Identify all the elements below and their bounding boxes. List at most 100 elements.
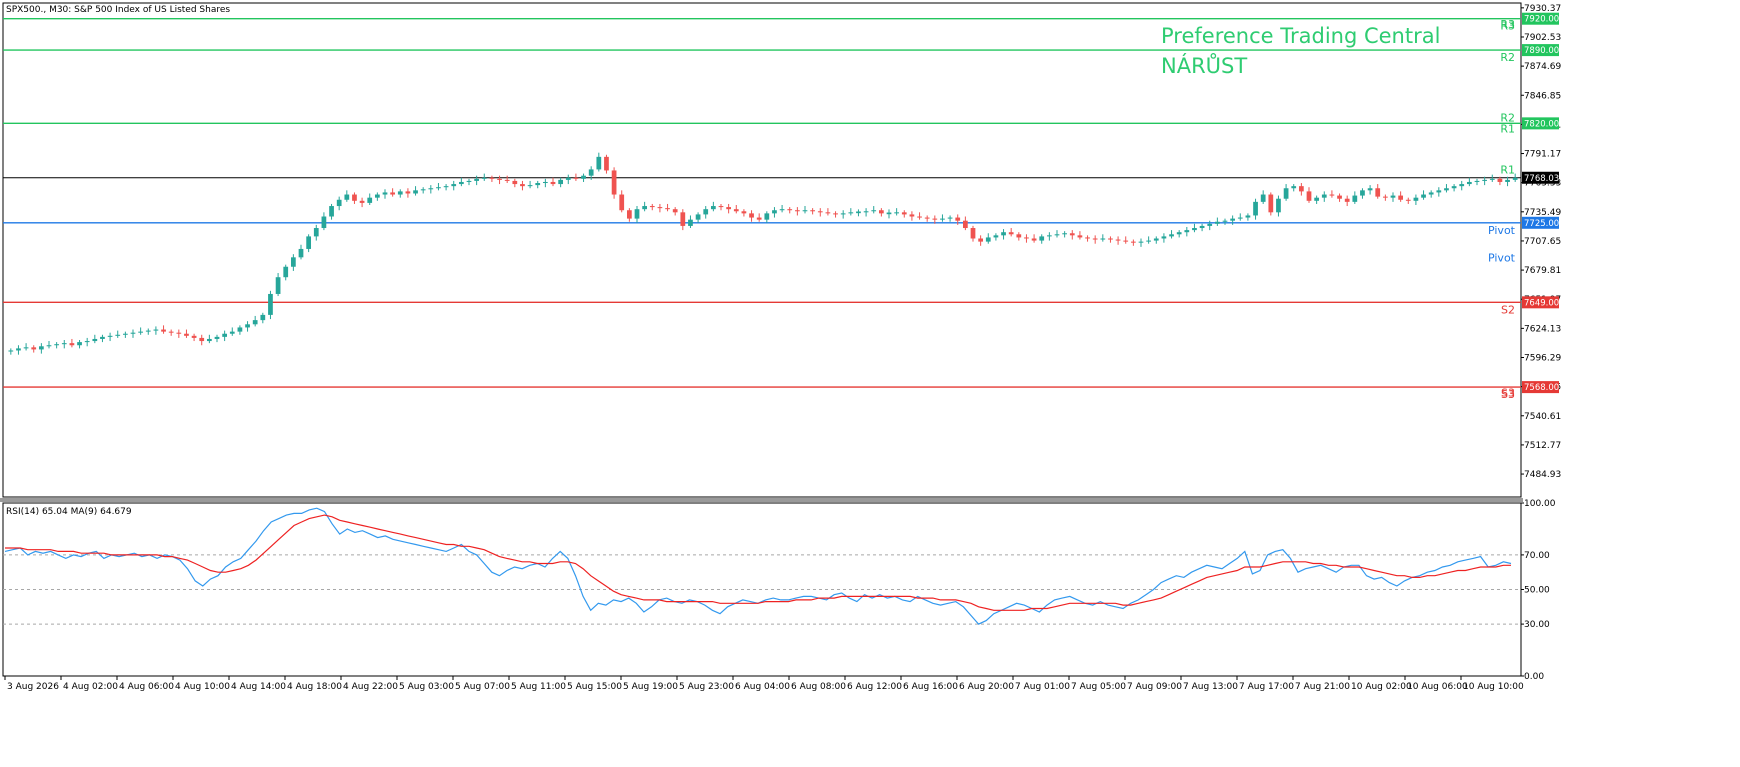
candle-bullish[interactable] bbox=[466, 180, 472, 182]
candle-bearish[interactable] bbox=[665, 208, 670, 210]
candle-bullish[interactable] bbox=[382, 192, 388, 195]
candle-bullish[interactable] bbox=[1283, 188, 1289, 199]
candle-bearish[interactable] bbox=[726, 207, 732, 210]
candle-bearish[interactable] bbox=[390, 192, 396, 195]
candle-bearish[interactable] bbox=[1306, 191, 1312, 201]
candle-bullish[interactable] bbox=[588, 169, 594, 176]
candle-bearish[interactable] bbox=[504, 179, 510, 181]
candle-bullish[interactable] bbox=[436, 187, 441, 189]
candle-bearish[interactable] bbox=[794, 210, 800, 212]
candle-bullish[interactable] bbox=[1466, 181, 1472, 185]
candle-bearish[interactable] bbox=[978, 238, 984, 242]
candle-bearish[interactable] bbox=[787, 209, 793, 211]
candle-bullish[interactable] bbox=[344, 194, 350, 200]
candle-bullish[interactable] bbox=[581, 175, 586, 179]
candle-bullish[interactable] bbox=[260, 314, 266, 321]
candle-bullish[interactable] bbox=[863, 211, 869, 213]
candle-bearish[interactable] bbox=[497, 178, 502, 180]
candle-bearish[interactable] bbox=[626, 210, 632, 219]
candle-bearish[interactable] bbox=[878, 210, 884, 214]
candle-bullish[interactable] bbox=[558, 179, 564, 185]
candle-bearish[interactable] bbox=[657, 207, 663, 209]
candle-bearish[interactable] bbox=[1069, 233, 1075, 236]
candle-bearish[interactable] bbox=[1123, 240, 1129, 242]
candle-bearish[interactable] bbox=[741, 211, 747, 214]
candle-bearish[interactable] bbox=[489, 177, 495, 179]
candle-bearish[interactable] bbox=[825, 212, 831, 214]
candle-bullish[interactable] bbox=[321, 216, 327, 229]
candle-bullish[interactable] bbox=[1436, 190, 1442, 193]
candle-bearish[interactable] bbox=[1008, 232, 1014, 235]
candle-bullish[interactable] bbox=[710, 206, 716, 210]
candle-bullish[interactable] bbox=[1237, 217, 1243, 219]
candle-bearish[interactable] bbox=[1329, 194, 1335, 196]
candle-bullish[interactable] bbox=[222, 333, 228, 337]
candle-bullish[interactable] bbox=[481, 177, 487, 179]
candle-bearish[interactable] bbox=[924, 217, 930, 219]
candle-bullish[interactable] bbox=[1367, 188, 1373, 191]
candle-bearish[interactable] bbox=[405, 191, 411, 194]
candle-bullish[interactable] bbox=[38, 346, 44, 350]
candle-bearish[interactable] bbox=[352, 194, 357, 201]
candle-bullish[interactable] bbox=[1505, 179, 1510, 182]
candle-bullish[interactable] bbox=[1451, 186, 1457, 189]
candle-bullish[interactable] bbox=[772, 210, 777, 214]
candle-bullish[interactable] bbox=[1138, 241, 1144, 243]
candle-bullish[interactable] bbox=[764, 213, 770, 220]
candle-bullish[interactable] bbox=[443, 186, 449, 188]
candle-bullish[interactable] bbox=[542, 181, 548, 184]
candle-bearish[interactable] bbox=[199, 337, 205, 342]
candle-bullish[interactable] bbox=[145, 330, 151, 332]
candle-bullish[interactable] bbox=[1153, 238, 1159, 241]
candle-bullish[interactable] bbox=[275, 277, 281, 294]
candle-bearish[interactable] bbox=[1108, 238, 1113, 240]
candle-bullish[interactable] bbox=[1444, 188, 1449, 191]
candle-bullish[interactable] bbox=[245, 324, 250, 328]
candle-bearish[interactable] bbox=[1024, 237, 1029, 239]
candle-bullish[interactable] bbox=[802, 210, 808, 212]
candle-bullish[interactable] bbox=[313, 228, 319, 237]
candle-bullish[interactable] bbox=[474, 178, 480, 181]
candle-bearish[interactable] bbox=[1497, 178, 1503, 182]
candle-bearish[interactable] bbox=[917, 216, 922, 218]
candle-bearish[interactable] bbox=[1344, 198, 1350, 202]
candle-bullish[interactable] bbox=[1253, 201, 1258, 216]
candle-bearish[interactable] bbox=[69, 343, 75, 346]
candle-bullish[interactable] bbox=[779, 209, 785, 211]
candle-bullish[interactable] bbox=[1062, 233, 1068, 235]
candle-bullish[interactable] bbox=[1039, 236, 1045, 241]
candle-bullish[interactable] bbox=[92, 338, 98, 342]
candle-bearish[interactable] bbox=[901, 212, 907, 215]
candle-bullish[interactable] bbox=[306, 236, 312, 249]
candle-bullish[interactable] bbox=[1001, 232, 1006, 236]
candle-bullish[interactable] bbox=[54, 344, 60, 346]
candle-bearish[interactable] bbox=[749, 213, 754, 218]
candle-bullish[interactable] bbox=[16, 348, 21, 351]
candle-bullish[interactable] bbox=[1184, 230, 1190, 233]
candle-bearish[interactable] bbox=[512, 180, 518, 185]
candle-bullish[interactable] bbox=[856, 211, 861, 214]
candle-bullish[interactable] bbox=[703, 209, 709, 215]
candle-bullish[interactable] bbox=[1474, 180, 1480, 182]
candle-bullish[interactable] bbox=[367, 197, 373, 203]
candle-bearish[interactable] bbox=[619, 194, 625, 211]
candle-bearish[interactable] bbox=[1298, 186, 1304, 192]
candle-bullish[interactable] bbox=[23, 347, 29, 349]
candle-bearish[interactable] bbox=[718, 206, 724, 208]
candle-bullish[interactable] bbox=[1146, 240, 1152, 242]
candle-bullish[interactable] bbox=[374, 194, 380, 198]
candle-bullish[interactable] bbox=[84, 341, 90, 343]
candle-bearish[interactable] bbox=[680, 212, 686, 226]
candle-bullish[interactable] bbox=[940, 218, 945, 220]
candle-bullish[interactable] bbox=[840, 213, 846, 215]
candle-bullish[interactable] bbox=[1245, 215, 1251, 218]
candle-bullish[interactable] bbox=[77, 342, 82, 346]
candle-bullish[interactable] bbox=[46, 345, 52, 347]
candle-bullish[interactable] bbox=[458, 181, 464, 185]
candle-bullish[interactable] bbox=[848, 212, 854, 214]
candle-bearish[interactable] bbox=[962, 220, 968, 229]
candle-bearish[interactable] bbox=[1337, 195, 1342, 199]
candle-bearish[interactable] bbox=[1398, 195, 1404, 200]
candle-bullish[interactable] bbox=[1260, 194, 1266, 202]
candle-bullish[interactable] bbox=[1100, 238, 1106, 240]
